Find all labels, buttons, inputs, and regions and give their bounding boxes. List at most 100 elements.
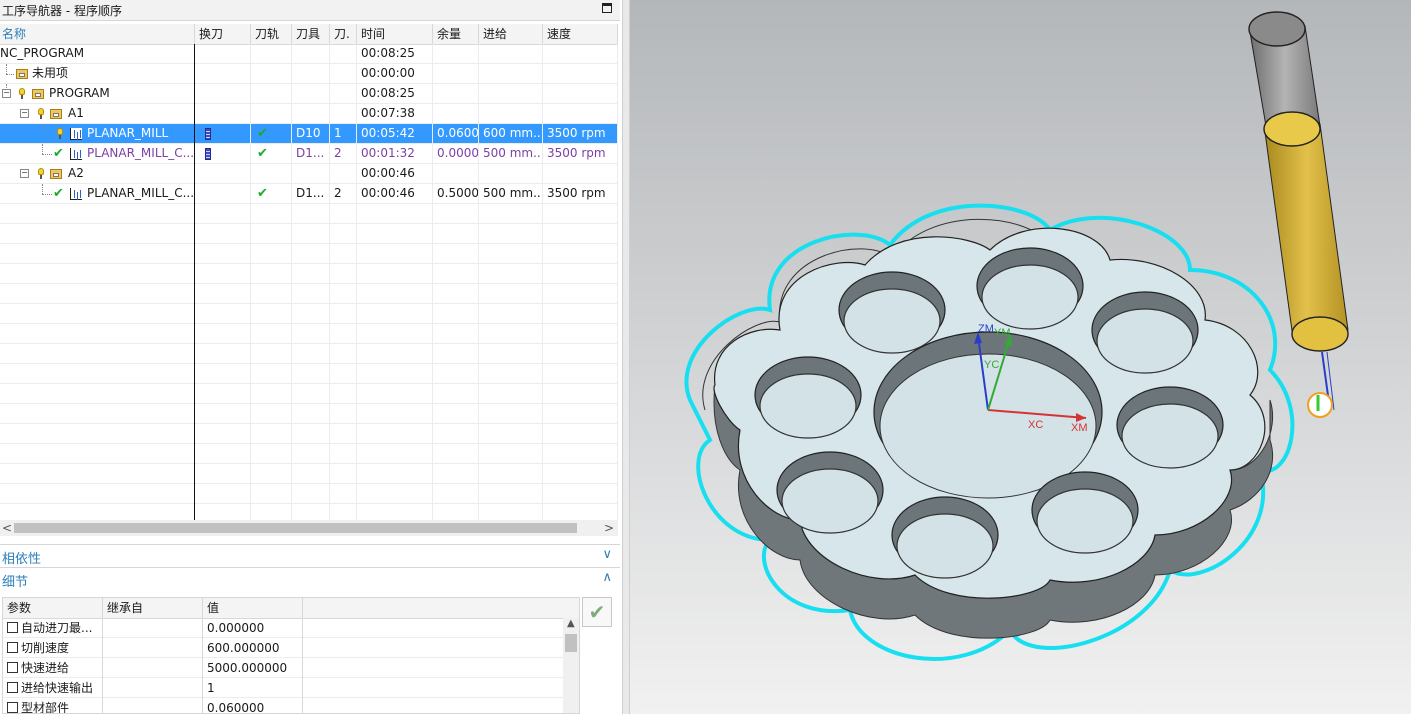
- empty-row: [0, 304, 618, 324]
- bulb-icon: [57, 128, 63, 139]
- param-row[interactable]: 进给快速输出 1: [3, 678, 563, 698]
- operation-navigator-pane: 工序导航器 - 程序顺序 名称 换刀 刀轨 刀具 刀. 时间 余量 进给 速度 …: [0, 0, 622, 714]
- col-tool[interactable]: 刀具: [292, 24, 330, 44]
- scroll-thumb[interactable]: [14, 523, 577, 533]
- row-tool: D10: [292, 124, 330, 143]
- param-value: 0.000000: [203, 618, 303, 638]
- scroll-left-icon[interactable]: <: [2, 521, 12, 535]
- row-name: PLANAR_MILL: [84, 124, 195, 143]
- col-stock[interactable]: 余量: [433, 24, 479, 44]
- row-speed: 3500 rpm: [543, 184, 618, 203]
- check-icon: ✔: [257, 146, 268, 161]
- row-stock: 0.5000: [433, 184, 479, 203]
- column-divider[interactable]: [194, 44, 195, 520]
- table-row[interactable]: − A1 00:07:38: [0, 104, 618, 124]
- table-row[interactable]: − A2 00:00:46: [0, 164, 618, 184]
- operation-tree-grid: 名称 换刀 刀轨 刀具 刀. 时间 余量 进给 速度 NC_PROGRAM 00…: [0, 24, 618, 520]
- row-speed: 3500 rpm: [543, 124, 618, 143]
- details-panel-header[interactable]: 细节 ∧: [0, 567, 620, 590]
- bulb-icon: [38, 108, 44, 119]
- graphics-viewport[interactable]: ZM YM YC XC XM: [630, 0, 1411, 714]
- empty-row: [0, 444, 618, 464]
- row-name: 未用项: [30, 64, 195, 83]
- folder-icon: [16, 69, 28, 79]
- empty-row: [0, 324, 618, 344]
- collapse-icon[interactable]: −: [2, 89, 11, 98]
- row-time: 00:00:00: [357, 64, 433, 83]
- axis-label-ym: YM: [994, 327, 1011, 339]
- folder-icon: [50, 169, 62, 179]
- collapse-icon[interactable]: −: [20, 169, 29, 178]
- col-name[interactable]: 名称: [0, 24, 195, 44]
- cad-scene[interactable]: ZM YM YC XC XM: [630, 0, 1411, 714]
- empty-row: [0, 404, 618, 424]
- horizontal-scrollbar[interactable]: < >: [0, 520, 618, 536]
- row-toolno: 1: [330, 124, 357, 143]
- empty-row: [0, 204, 618, 224]
- param-row[interactable]: 快速进给 5000.000000: [3, 658, 563, 678]
- col-value[interactable]: 值: [203, 598, 303, 618]
- param-name: 型材部件: [17, 698, 103, 713]
- axis-label-xm: XM: [1071, 422, 1088, 434]
- col-toolchange[interactable]: 换刀: [195, 24, 251, 44]
- check-icon: ✔: [257, 186, 268, 201]
- row-name: NC_PROGRAM: [0, 44, 195, 63]
- param-row[interactable]: 切削速度 600.000000: [3, 638, 563, 658]
- chevron-down-icon[interactable]: ∨: [602, 547, 612, 562]
- row-speed: 3500 rpm: [543, 144, 618, 163]
- empty-row: [0, 224, 618, 244]
- table-row[interactable]: − PROGRAM 00:08:25: [0, 84, 618, 104]
- table-row[interactable]: ✔ PLANAR_MILL_C... ✔ D1... 2 00:01:32 0.…: [0, 144, 618, 164]
- check-icon: ✔: [53, 146, 64, 161]
- dependencies-label: 相依性: [2, 552, 42, 567]
- details-table: 参数 继承自 值 自动进刀最... 0.000000 切削速度 600.0000…: [2, 597, 580, 714]
- param-value: 0.060000: [203, 698, 303, 713]
- scroll-up-icon[interactable]: ▲: [567, 618, 575, 629]
- col-speed[interactable]: 速度: [543, 24, 618, 44]
- col-inherit[interactable]: 继承自: [103, 598, 203, 618]
- table-row-selected[interactable]: PLANAR_MILL ✔ D10 1 00:05:42 0.0600 600 …: [0, 124, 618, 144]
- details-vertical-scrollbar[interactable]: ▲: [563, 618, 579, 713]
- dependencies-panel-header[interactable]: 相依性 ∨: [0, 544, 620, 567]
- folder-icon: [50, 109, 62, 119]
- axis-label-xc: XC: [1028, 419, 1043, 431]
- col-feed[interactable]: 进给: [479, 24, 543, 44]
- row-stock: 0.0000: [433, 144, 479, 163]
- row-tool: D1...: [292, 144, 330, 163]
- param-row[interactable]: 型材部件 0.060000: [3, 698, 563, 713]
- param-name: 进给快速输出: [17, 678, 103, 698]
- row-name: A2: [64, 164, 195, 183]
- row-time: 00:01:32: [357, 144, 433, 163]
- empty-row: [0, 424, 618, 444]
- empty-row: [0, 464, 618, 484]
- table-row[interactable]: 未用项 00:00:00: [0, 64, 618, 84]
- collapse-icon[interactable]: −: [20, 109, 29, 118]
- table-row[interactable]: ✔ PLANAR_MILL_C... ✔ D1... 2 00:00:46 0.…: [0, 184, 618, 204]
- scroll-right-icon[interactable]: >: [604, 521, 614, 535]
- row-toolno: 2: [330, 184, 357, 203]
- col-toolno[interactable]: 刀.: [330, 24, 357, 44]
- bulb-icon: [19, 88, 25, 99]
- confirm-check-button[interactable]: ✔: [582, 597, 612, 627]
- maximize-icon[interactable]: [602, 3, 612, 13]
- col-param[interactable]: 参数: [3, 598, 103, 618]
- empty-row: [0, 364, 618, 384]
- navigator-titlebar: 工序导航器 - 程序顺序: [0, 0, 620, 21]
- scroll-thumb[interactable]: [565, 634, 577, 652]
- col-time[interactable]: 时间: [357, 24, 433, 44]
- grid-header: 名称 换刀 刀轨 刀具 刀. 时间 余量 进给 速度: [0, 24, 618, 45]
- tool-change-icon: [205, 148, 211, 160]
- col-toolpath[interactable]: 刀轨: [251, 24, 292, 44]
- chevron-up-icon[interactable]: ∧: [602, 570, 612, 585]
- table-row[interactable]: NC_PROGRAM 00:08:25: [0, 44, 618, 64]
- empty-row: [0, 484, 618, 504]
- row-time: 00:08:25: [357, 84, 433, 103]
- planar-mill-icon: [70, 128, 82, 140]
- pane-splitter[interactable]: [622, 0, 630, 714]
- param-name: 快速进给: [17, 658, 103, 678]
- check-icon: ✔: [257, 126, 268, 141]
- row-toolno: 2: [330, 144, 357, 163]
- bulb-icon: [38, 168, 44, 179]
- param-value: 600.000000: [203, 638, 303, 658]
- param-row[interactable]: 自动进刀最... 0.000000: [3, 618, 563, 638]
